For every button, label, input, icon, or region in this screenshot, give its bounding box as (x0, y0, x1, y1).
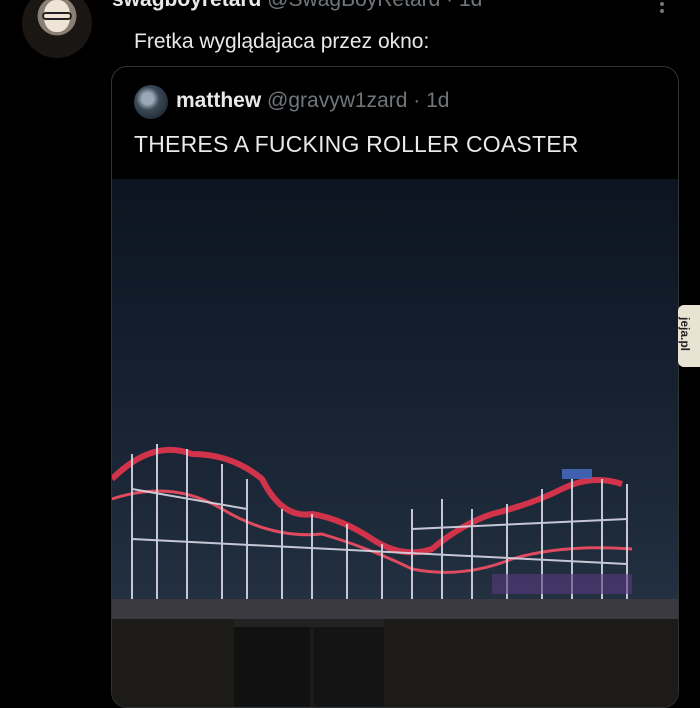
tweet-header: swagboyretard @SwagBoyRetard · 1d (112, 0, 482, 12)
jeja-watermark: jeja.pl (678, 305, 700, 367)
roller-coaster-photo (112, 444, 678, 707)
more-options-icon[interactable] (652, 0, 672, 18)
quoted-tweet[interactable]: matthew @gravyw1zard · 1d THERES A FUCKI… (111, 66, 679, 708)
tweet-text: Fretka wyglądajaca przez okno: (134, 30, 430, 53)
quoted-tweet-text: THERES A FUCKING ROLLER COASTER (134, 131, 579, 157)
header-separator: · (446, 0, 453, 11)
tweet-timestamp[interactable]: 1d (459, 0, 482, 11)
quoted-author-avatar (134, 85, 168, 119)
watermark-text: jeja.pl (678, 316, 693, 352)
author-avatar[interactable] (22, 0, 92, 58)
quoted-tweet-header: matthew @gravyw1zard · 1d (176, 89, 449, 113)
quoted-author-handle: @gravyw1zard (267, 89, 408, 112)
author-handle[interactable]: @SwagBoyRetard (267, 0, 440, 11)
author-name[interactable]: swagboyretard (112, 0, 261, 11)
quoted-author-name: matthew (176, 89, 262, 112)
quoted-media-photo[interactable] (112, 179, 678, 707)
quoted-timestamp: 1d (426, 89, 450, 112)
quoted-header-separator: · (413, 89, 421, 112)
avatar-glasses (42, 12, 72, 20)
